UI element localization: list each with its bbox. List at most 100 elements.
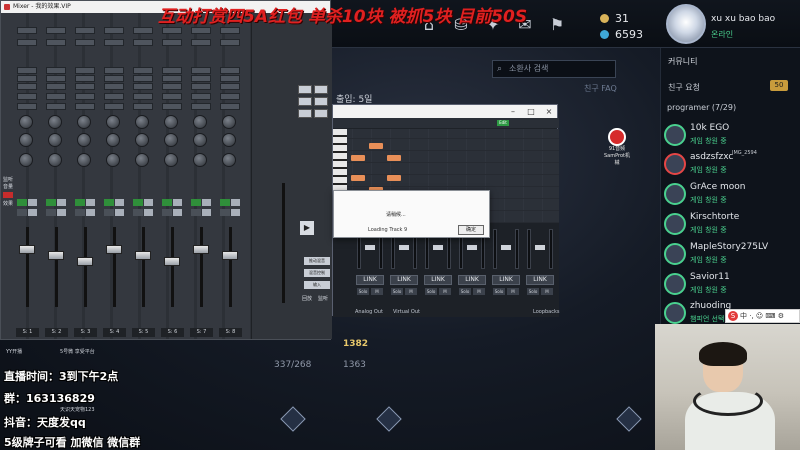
friend-item[interactable]: GrAce moon 게임 창원 중 <box>664 181 800 207</box>
close-icon[interactable]: × <box>541 105 557 118</box>
mute-button[interactable]: M <box>371 288 383 295</box>
mute-indicator[interactable] <box>191 199 201 206</box>
strip-button[interactable] <box>104 103 124 110</box>
volume-fader[interactable] <box>164 257 180 266</box>
mix-select[interactable]: 推动混音 <box>304 257 330 265</box>
strip-button[interactable] <box>220 67 240 74</box>
fader-track[interactable] <box>171 227 174 307</box>
link-button[interactable]: LINK <box>390 275 418 285</box>
midi-note[interactable] <box>387 155 401 161</box>
strip-button[interactable] <box>133 83 153 90</box>
strip-button[interactable] <box>191 103 211 110</box>
strip-button[interactable] <box>133 75 153 82</box>
strip-button[interactable] <box>162 93 182 100</box>
record-indicator[interactable] <box>3 192 13 198</box>
shop-icon[interactable]: ⚑ <box>546 14 568 36</box>
eq-knob[interactable] <box>77 153 91 167</box>
strip-button[interactable] <box>191 83 211 90</box>
volume-fader[interactable] <box>399 245 409 250</box>
edit-button[interactable]: Edit <box>497 120 509 126</box>
desktop-shortcut[interactable]: 91音频 SamProt机械 <box>603 128 631 167</box>
strip-button[interactable] <box>133 27 153 34</box>
bus-indicator[interactable] <box>144 209 153 216</box>
mute-indicator[interactable] <box>104 199 114 206</box>
eq-knob[interactable] <box>222 153 236 167</box>
strip-button[interactable] <box>17 27 37 34</box>
strip-button[interactable] <box>133 67 153 74</box>
eq-knob[interactable] <box>193 153 207 167</box>
pan-knob[interactable] <box>19 133 33 147</box>
bus-indicator[interactable] <box>162 209 172 216</box>
solo-button[interactable]: Solo <box>459 288 471 295</box>
strip-button[interactable] <box>75 67 95 74</box>
link-button[interactable]: LINK <box>492 275 520 285</box>
strip-button[interactable] <box>46 93 66 100</box>
strip-button[interactable] <box>75 103 95 110</box>
strip-button[interactable] <box>162 75 182 82</box>
mute-indicator[interactable] <box>17 199 27 206</box>
solo-indicator[interactable] <box>57 199 66 206</box>
strip-button[interactable] <box>104 39 124 46</box>
midi-note[interactable] <box>387 175 401 181</box>
volume-fader[interactable] <box>501 245 511 250</box>
friend-item[interactable]: Savior11 게임 창원 중 <box>664 271 800 297</box>
strip-button[interactable] <box>104 93 124 100</box>
strip-button[interactable] <box>220 39 240 46</box>
solo-indicator[interactable] <box>173 199 182 206</box>
link-button[interactable]: LINK <box>424 275 452 285</box>
mute-button[interactable]: M <box>507 288 519 295</box>
strip-button[interactable] <box>162 67 182 74</box>
gain-knob[interactable] <box>106 115 120 129</box>
strip-button[interactable] <box>46 75 66 82</box>
gain-knob[interactable] <box>164 115 178 129</box>
fader-track[interactable] <box>84 227 87 307</box>
fader-track[interactable] <box>200 227 203 307</box>
strip-button[interactable] <box>220 83 240 90</box>
volume-fader[interactable] <box>467 245 477 250</box>
bus-indicator[interactable] <box>133 209 143 216</box>
gain-knob[interactable] <box>77 115 91 129</box>
gain-knob[interactable] <box>193 115 207 129</box>
strip-button[interactable] <box>17 103 37 110</box>
strip-button[interactable] <box>75 75 95 82</box>
gain-knob[interactable] <box>19 115 33 129</box>
map-node[interactable] <box>616 406 642 432</box>
strip-button[interactable] <box>191 27 211 34</box>
volume-fader[interactable] <box>48 251 64 260</box>
gain-knob[interactable] <box>222 115 236 129</box>
solo-button[interactable]: Solo <box>391 288 403 295</box>
pan-knob[interactable] <box>193 133 207 147</box>
strip-button[interactable] <box>162 39 182 46</box>
strip-button[interactable] <box>17 83 37 90</box>
mute-button[interactable]: M <box>541 288 553 295</box>
strip-button[interactable] <box>133 103 153 110</box>
strip-button[interactable] <box>75 83 95 90</box>
midi-note[interactable] <box>351 155 365 161</box>
bus-indicator[interactable] <box>86 209 95 216</box>
ime-toolbar[interactable]: S 中 ·, ☺ ⌨ ⚙ <box>725 309 800 323</box>
volume-fader[interactable] <box>535 245 545 250</box>
friend-item[interactable]: MapleStory275LV 게임 창원 중 <box>664 241 800 267</box>
strip-button[interactable] <box>46 83 66 90</box>
master-button[interactable] <box>314 97 328 106</box>
solo-button[interactable]: Solo <box>527 288 539 295</box>
faq-link[interactable]: 친구 FAQ <box>584 83 617 94</box>
summoner-search-input[interactable]: ⌕ 소환사 검색 <box>492 60 616 78</box>
solo-indicator[interactable] <box>231 199 240 206</box>
strip-button[interactable] <box>46 27 66 34</box>
strip-button[interactable] <box>191 39 211 46</box>
map-node[interactable] <box>376 406 402 432</box>
strip-button[interactable] <box>104 75 124 82</box>
bus-indicator[interactable] <box>191 209 201 216</box>
master-button[interactable] <box>314 109 328 118</box>
minimize-icon[interactable]: – <box>505 105 521 118</box>
strip-button[interactable] <box>220 27 240 34</box>
pan-knob[interactable] <box>106 133 120 147</box>
fader-track[interactable] <box>113 227 116 307</box>
solo-button[interactable]: Solo <box>425 288 437 295</box>
strip-button[interactable] <box>133 39 153 46</box>
mute-indicator[interactable] <box>46 199 56 206</box>
strip-button[interactable] <box>104 67 124 74</box>
bus-indicator[interactable] <box>173 209 182 216</box>
midi-note[interactable] <box>351 175 365 181</box>
